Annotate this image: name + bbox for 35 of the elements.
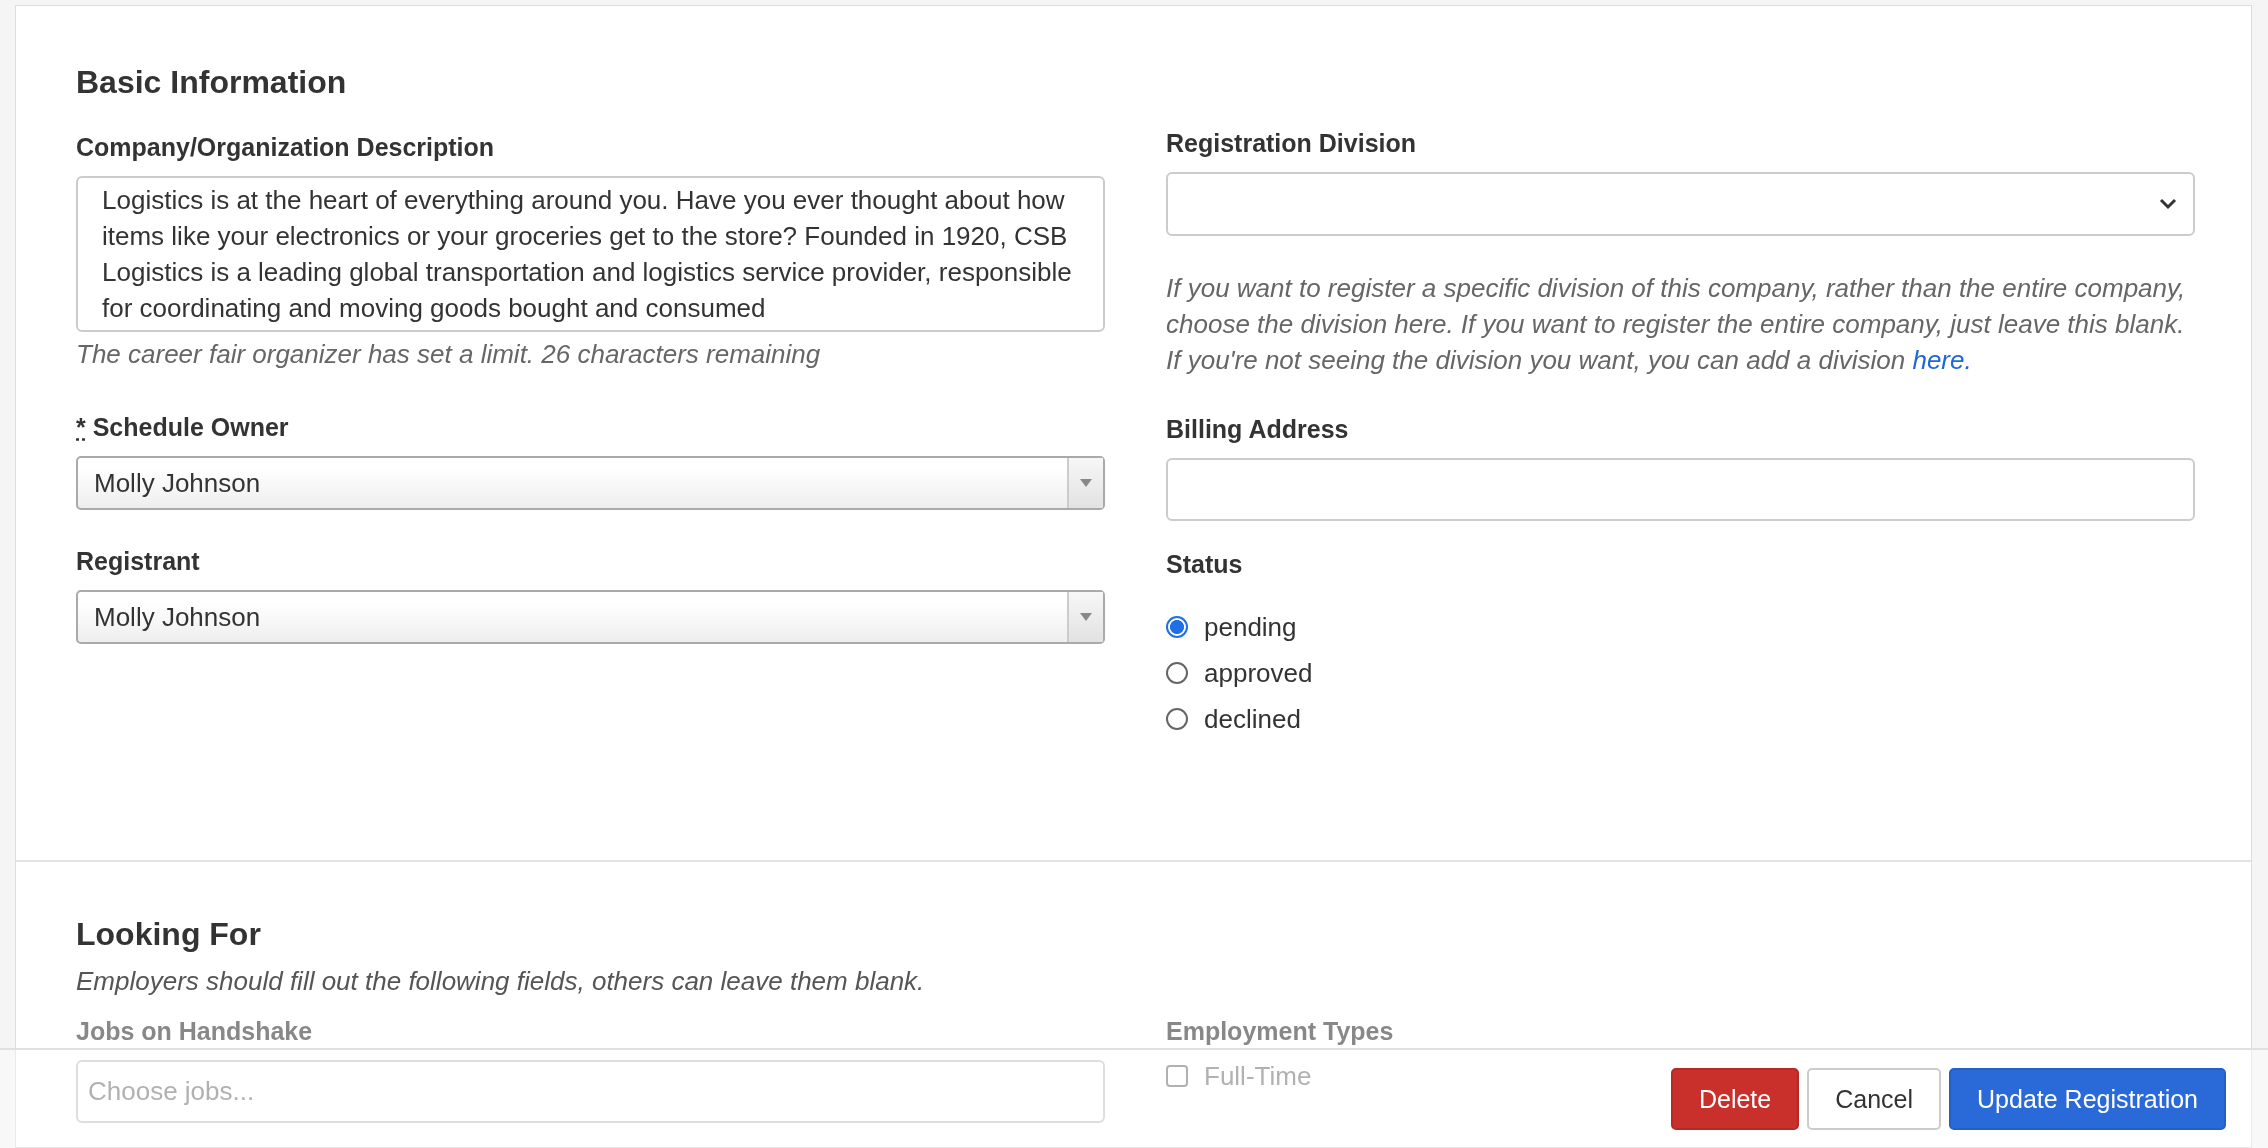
chevron-down-icon	[2159, 198, 2177, 210]
radio-button[interactable]	[1166, 616, 1188, 638]
option-label: pending	[1204, 611, 1297, 643]
help-text: If you're not seeing the division you want, you can add a division here.	[1166, 344, 1973, 377]
caret-icon	[1080, 613, 1092, 621]
add-division-link[interactable]: here.	[1912, 345, 1972, 375]
option-label: Full-Time	[1204, 1060, 1312, 1092]
option-label: approved	[1204, 657, 1313, 689]
field-label: Jobs on Handshake	[76, 1017, 313, 1045]
field-label: Schedule Owner	[92, 413, 289, 441]
owner-select[interactable]: Molly Johnson	[76, 456, 1105, 510]
description-textarea[interactable]: Logistics is at the heart of everything around you. Have you ever thought about how items like your electronics or your groceries get to the store? Founded in 1920, CSB Logistics is a leading global transportation and logistics service provider, responsible for coordinating and moving goods bought and consumed	[76, 176, 1105, 332]
action-button[interactable]: Update Registration	[1949, 1068, 2226, 1130]
help-text: If you want to register a specific division of this company, rather than the entire company, choose the division here. If you want to register the entire company, just leave this blank.	[1166, 272, 2187, 341]
section-heading: Basic Information	[76, 63, 348, 102]
radio-button[interactable]	[1166, 708, 1188, 730]
section-heading: Looking For	[76, 915, 262, 954]
owner-select[interactable]: Molly Johnson	[76, 590, 1105, 644]
section-intro: Employers should fill out the following fields, others can leave them blank.	[76, 965, 926, 998]
field-label: Employment Types	[1166, 1017, 1394, 1045]
field-label: Registrant	[76, 547, 200, 575]
text-input[interactable]: Choose jobs...	[76, 1060, 1105, 1123]
checkbox[interactable]	[1166, 1065, 1188, 1087]
action-button[interactable]: Cancel	[1807, 1068, 1942, 1130]
field-label: Status	[1166, 550, 1243, 578]
option-label: declined	[1204, 703, 1301, 735]
required-mark: *	[76, 413, 86, 441]
radio-button[interactable]	[1166, 662, 1188, 684]
text-input[interactable]	[1166, 458, 2195, 521]
character-limit-hint: The career fair organizer has set a limit. 26 characters remaining	[76, 338, 822, 371]
caret-icon	[1080, 479, 1092, 487]
field-label: Registration Division	[1166, 129, 1417, 157]
action-button[interactable]: Delete	[1670, 1068, 1800, 1130]
field-label: Company/Organization Description	[76, 133, 495, 161]
field-label: Billing Address	[1166, 415, 1349, 443]
